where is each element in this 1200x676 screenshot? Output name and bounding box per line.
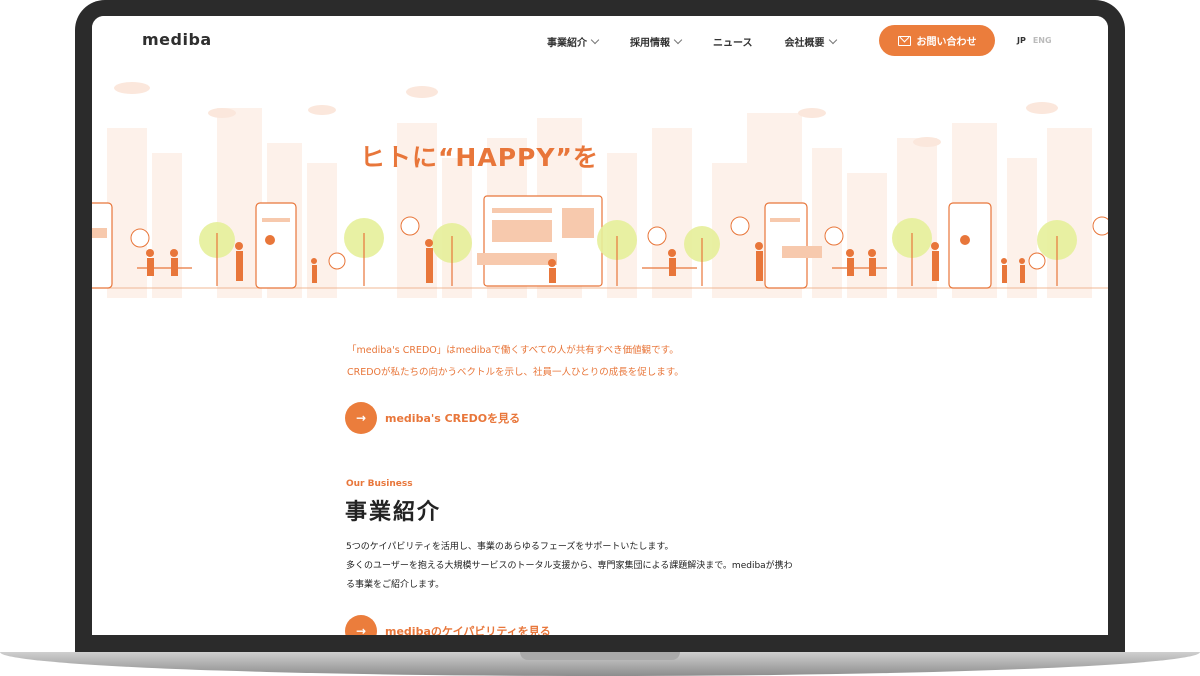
credo-cta-label: mediba's CREDOを見る — [385, 412, 521, 425]
section-title: 事業紹介 — [345, 500, 442, 525]
logo[interactable]: mediba — [142, 30, 212, 49]
contact-label: お問い合わせ — [916, 37, 977, 48]
nav-label: 採用情報 — [630, 38, 670, 49]
chevron-down-icon — [590, 35, 600, 45]
chevron-down-icon — [828, 35, 837, 45]
business-body-line-3: る事業をご紹介します。 — [346, 580, 445, 590]
contact-button[interactable]: お問い合わせ — [879, 25, 995, 56]
nav-item-company[interactable]: 会社概要 — [784, 34, 837, 49]
credo-text: 「mediba's CREDO」はmedibaで働くすべての人が共有すべき価値観… — [347, 340, 684, 384]
arrow-right-icon: → — [345, 615, 377, 635]
credo-line-2: CREDOが私たちの向かうベクトルを示し、社員一人ひとりの成長を促します。 — [347, 367, 684, 378]
hero-illustration — [92, 82, 1108, 298]
nav-item-business[interactable]: 事業紹介 — [547, 34, 600, 49]
hero-title: ヒトに“HAPPY”を — [360, 143, 599, 172]
hero-section: ヒトに“HAPPY”を — [92, 68, 1108, 298]
mail-icon — [897, 35, 911, 46]
lang-en-link[interactable]: ENG — [1033, 36, 1052, 45]
laptop-base-notch — [520, 652, 680, 660]
nav-item-news[interactable]: ニュース — [713, 34, 753, 49]
business-body-line-2: 多くのユーザーを抱える大規模サービスのトータル支援から、専門家集団による課題解決… — [346, 561, 793, 571]
lang-jp-link[interactable]: JP — [1017, 36, 1026, 45]
language-switcher: JP ENG — [1017, 36, 1052, 45]
business-body-line-1: 5つのケイパビリティを活用し、事業のあらゆるフェーズをサポートいたします。 — [346, 542, 674, 552]
section-eyebrow: Our Business — [346, 479, 413, 489]
credo-line-1: 「mediba's CREDO」はmedibaで働くすべての人が共有すべき価値観… — [347, 345, 679, 356]
nav-label: 事業紹介 — [547, 38, 587, 49]
site-header: mediba 事業紹介 採用情報 ニュース 会社概要 お問い合わせ JP ENG — [92, 16, 1108, 68]
chevron-down-icon — [673, 35, 683, 45]
business-cta-link[interactable]: → medibaのケイパビリティを見る — [345, 615, 551, 635]
nav-item-recruit[interactable]: 採用情報 — [630, 34, 683, 49]
nav-label: ニュース — [713, 38, 753, 49]
arrow-right-icon: → — [345, 402, 377, 434]
credo-cta-link[interactable]: → mediba's CREDOを見る — [345, 402, 520, 434]
nav-label: 会社概要 — [784, 38, 825, 49]
business-cta-label: medibaのケイパビリティを見る — [385, 625, 551, 635]
browser-screen: mediba 事業紹介 採用情報 ニュース 会社概要 お問い合わせ JP ENG… — [92, 16, 1108, 635]
section-body: 5つのケイパビリティを活用し、事業のあらゆるフェーズをサポートいたします。 多く… — [346, 538, 866, 595]
main-nav: 事業紹介 採用情報 ニュース 会社概要 — [547, 34, 868, 49]
